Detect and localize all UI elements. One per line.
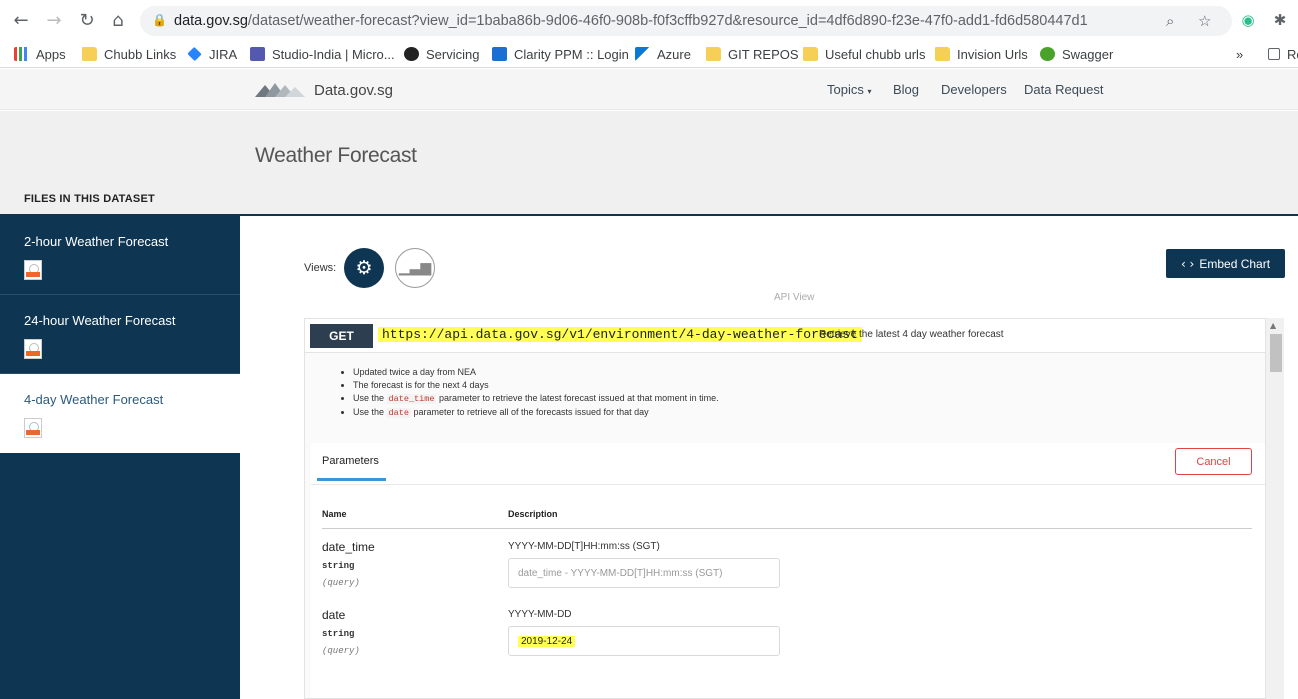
tab-parameters[interactable]: Parameters [322, 455, 379, 467]
reading-list-icon [1268, 48, 1280, 60]
nav-topics[interactable]: Topics ▾ [827, 82, 872, 97]
endpoint-url: https://api.data.gov.sg/v1/environment/4… [378, 327, 862, 342]
sidebar-item-2-hour[interactable]: 2-hour Weather Forecast [0, 216, 240, 295]
api-explorer: GET https://api.data.gov.sg/v1/environme… [304, 318, 1266, 699]
chart-view-icon[interactable]: ▁▃▆ [395, 248, 435, 288]
browser-toolbar: ← → ↻ ⌂ 🔒 data.gov.sg/dataset/weather-fo… [0, 0, 1298, 40]
extension-icon[interactable]: ◉ [1238, 10, 1258, 30]
notes-list: Updated twice a day from NEA The forecas… [353, 366, 719, 420]
github-icon [404, 47, 419, 61]
folder-icon [803, 47, 818, 61]
operation-summary: Retrieve the latest 4 day weather foreca… [819, 329, 1004, 340]
nav-data-request[interactable]: Data Request [1024, 82, 1104, 97]
back-icon[interactable]: ← [10, 10, 32, 32]
nav-blog[interactable]: Blog [893, 82, 919, 97]
url-host: data.gov.sg [174, 13, 248, 29]
bookmark-jira[interactable]: JIRA [187, 45, 237, 63]
sidebar-item-24-hour[interactable]: 24-hour Weather Forecast [0, 295, 240, 374]
caret-down-icon: ▾ [867, 87, 872, 96]
data-gov-logo-icon[interactable] [255, 79, 305, 101]
api-view-gear-icon[interactable]: ⚙ [344, 248, 384, 288]
site-header: Data.gov.sg Topics ▾ Blog Developers Dat… [0, 69, 1298, 110]
zoom-icon[interactable]: ⌕ [1166, 12, 1174, 30]
page-title: Weather Forecast [255, 144, 417, 167]
bookmarks-bar: Apps Chubb Links JIRA Studio-India | Mic… [0, 40, 1298, 68]
bookmark-servicing[interactable]: Servicing [404, 45, 479, 63]
bookmark-chubb-links[interactable]: Chubb Links [82, 45, 176, 63]
azure-icon [635, 47, 650, 61]
get-method-badge[interactable]: GET [310, 324, 373, 348]
teams-icon [250, 47, 265, 61]
param-location: (query) [322, 646, 360, 656]
scroll-up-icon[interactable]: ▲ [1270, 321, 1276, 330]
embed-chart-button[interactable]: ‹ › Embed Chart [1166, 249, 1285, 278]
operation-bar[interactable]: GET https://api.data.gov.sg/v1/environme… [305, 319, 1265, 353]
list-item: The forecast is for the next 4 days [353, 379, 719, 392]
api-view-caption: API View [774, 292, 815, 303]
address-bar[interactable]: 🔒 data.gov.sg/dataset/weather-forecast?v… [140, 6, 1232, 36]
folder-icon [82, 47, 97, 61]
api-file-icon [24, 339, 42, 359]
bookmark-swagger[interactable]: Swagger [1040, 45, 1113, 63]
bookmark-clarity[interactable]: Clarity PPM :: Login [492, 45, 629, 63]
bookmarks-overflow-button[interactable]: » [1236, 45, 1243, 63]
divider [311, 484, 1265, 485]
bookmark-apps[interactable]: Apps [14, 45, 66, 63]
bookmark-git-repos[interactable]: GIT REPOS [706, 45, 799, 63]
parameters-panel: Parameters Cancel Name Description date_… [311, 443, 1265, 698]
reading-list-item[interactable]: Re [1268, 45, 1298, 63]
date-input[interactable]: 2019-12-24 [508, 626, 780, 656]
views-label: Views: [304, 262, 337, 274]
home-icon[interactable]: ⌂ [107, 10, 129, 32]
reload-icon[interactable]: ↻ [76, 10, 98, 32]
files-sidebar: 2-hour Weather Forecast 24-hour Weather … [0, 216, 240, 699]
code-brackets-icon: ‹ › [1180, 256, 1195, 271]
jira-icon [187, 46, 202, 62]
extensions-puzzle-icon[interactable]: ✱ [1270, 10, 1290, 30]
sidebar-item-4-day[interactable]: 4-day Weather Forecast [0, 374, 240, 453]
tab-underline [317, 478, 386, 481]
param-type: string [322, 629, 355, 639]
column-header-name: Name [322, 509, 347, 519]
clarity-icon [492, 47, 507, 61]
site-name[interactable]: Data.gov.sg [314, 82, 393, 99]
bookmark-studio-india[interactable]: Studio-India | Micro... [250, 45, 395, 63]
column-header-description: Description [508, 509, 558, 519]
cancel-button[interactable]: Cancel [1175, 448, 1252, 475]
swagger-icon [1040, 47, 1055, 61]
forward-icon[interactable]: → [43, 10, 65, 32]
bookmark-invision-urls[interactable]: Invision Urls [935, 45, 1028, 63]
bookmark-azure[interactable]: Azure [635, 45, 691, 63]
date-time-input[interactable]: date_time - YYYY-MM-DD[T]HH:mm:ss (SGT) [508, 558, 780, 588]
lock-icon: 🔒 [152, 13, 167, 27]
scrollbar-thumb[interactable] [1270, 334, 1282, 372]
api-file-icon [24, 260, 42, 280]
files-heading: FILES IN THIS DATASET [24, 193, 155, 205]
folder-icon [706, 47, 721, 61]
param-description: YYYY-MM-DD[T]HH:mm:ss (SGT) [508, 541, 660, 552]
list-item: Updated twice a day from NEA [353, 366, 719, 379]
bookmark-useful-chubb-urls[interactable]: Useful chubb urls [803, 45, 925, 63]
list-item: Use the date parameter to retrieve all o… [353, 406, 719, 420]
param-name: date_time [322, 540, 375, 554]
title-area: Weather Forecast FILES IN THIS DATASET [0, 111, 1298, 215]
url-path: /dataset/weather-forecast?view_id=1baba8… [247, 13, 1088, 29]
bookmark-star-icon[interactable]: ☆ [1198, 12, 1211, 30]
folder-icon [935, 47, 950, 61]
apps-grid-icon [14, 47, 29, 61]
param-type: string [322, 561, 355, 571]
param-description: YYYY-MM-DD [508, 609, 572, 620]
divider [322, 528, 1252, 529]
nav-developers[interactable]: Developers [941, 82, 1007, 97]
param-name: date [322, 608, 346, 622]
list-item: Use the date_time parameter to retrieve … [353, 392, 719, 406]
param-location: (query) [322, 578, 360, 588]
api-file-icon [24, 418, 42, 438]
scrollbar[interactable] [1266, 318, 1284, 699]
